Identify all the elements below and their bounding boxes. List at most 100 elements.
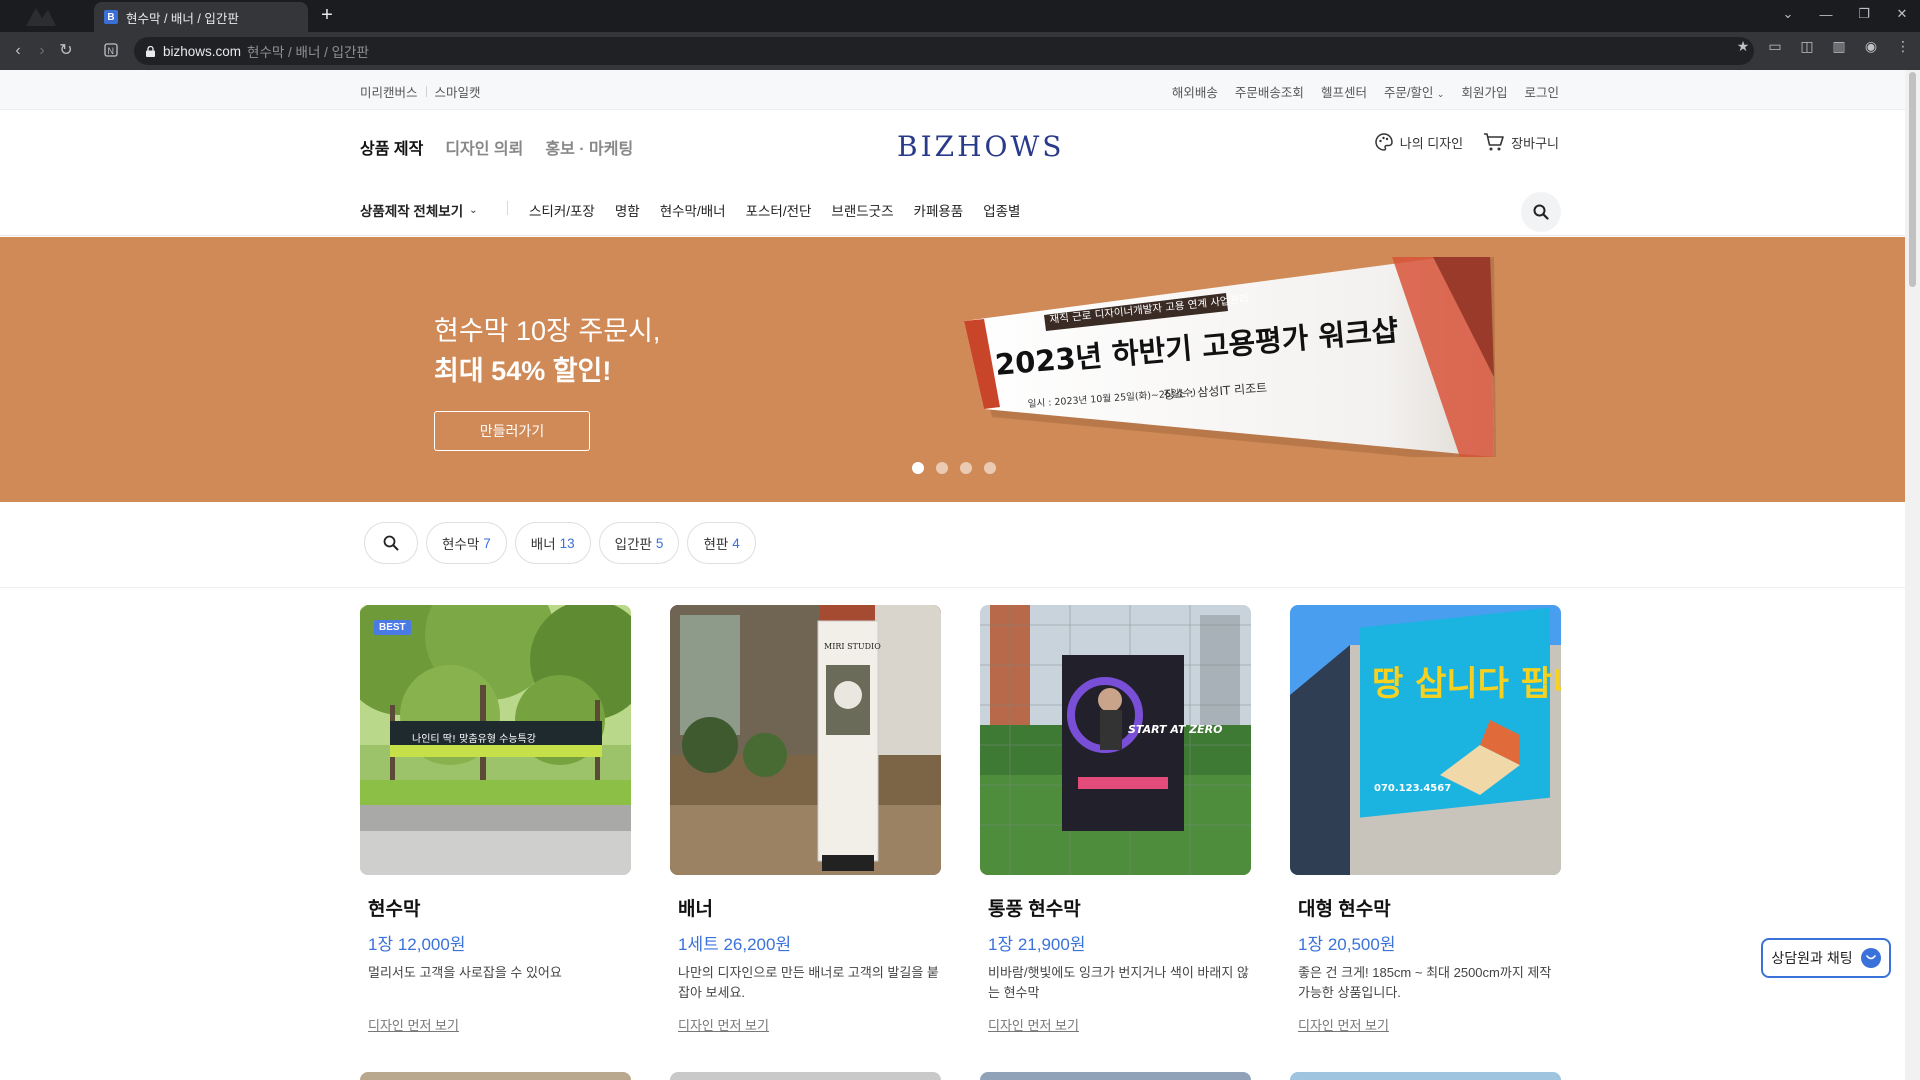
- screenshot-icon[interactable]: ◫: [1798, 38, 1816, 55]
- login-link[interactable]: 로그인: [1524, 82, 1559, 101]
- close-icon[interactable]: ✕: [1894, 6, 1910, 22]
- product-title[interactable]: 배너: [678, 894, 941, 921]
- carousel-dots: [912, 462, 996, 474]
- chip-label: 입간판: [614, 537, 652, 552]
- back-icon[interactable]: ‹: [8, 41, 28, 61]
- cart-button[interactable]: 장바구니: [1483, 132, 1559, 152]
- cast-icon[interactable]: ▭: [1766, 38, 1784, 55]
- family-sites: 미리캔버스 스마일캣: [360, 82, 481, 101]
- forward-icon[interactable]: ›: [32, 41, 52, 61]
- browser-tabbar: B 현수막 / 배너 / 입간판 + ⌄ — ❐ ✕: [0, 0, 1920, 32]
- chat-button[interactable]: 상담원과 채팅: [1761, 938, 1891, 978]
- product-card[interactable]: 땅 삽니다 팝니다 070.123.4567 대형 현수막 1장 20,500원…: [1290, 605, 1561, 1035]
- product-description: 멀리서도 고객을 사로잡을 수 있어요: [368, 965, 562, 980]
- product-thumbnail[interactable]: MIRI STUDIO: [670, 605, 941, 875]
- page: 미리캔버스 스마일캣 해외배송 주문배송조회 헬프센터 주문/할인 ⌄ 회원가입…: [0, 70, 1905, 1080]
- toolbar-icons: ★ ▭ ◫ ▥ ◉ ⋮: [1734, 38, 1912, 55]
- gnb-product-making[interactable]: 상품 제작: [360, 135, 423, 159]
- gnb-design-request[interactable]: 디자인 의뢰: [445, 135, 523, 159]
- order-discount-link[interactable]: 주문/할인 ⌄: [1384, 82, 1445, 101]
- category-banner[interactable]: 현수막/배너: [660, 200, 726, 220]
- product-description: 비바람/햇빛에도 잉크가 번지거나 색이 바래지 않는 현수막: [988, 965, 1249, 1000]
- chevron-down-icon: ⌄: [469, 204, 478, 216]
- tab-search-icon[interactable]: ⌄: [1780, 6, 1796, 22]
- product-thumbnail[interactable]: START AT ZERO: [980, 605, 1251, 875]
- category-poster-flyer[interactable]: 포스터/전단: [746, 200, 812, 220]
- category-sticker-packaging[interactable]: 스티커/포장: [529, 200, 595, 220]
- product-title[interactable]: 대형 현수막: [1298, 894, 1561, 921]
- product-thumbnail[interactable]: 나인티 딱! 맞춤유형 수능특강 BEST: [360, 605, 631, 875]
- large-banner-image: 땅 삽니다 팝니다 070.123.4567: [1290, 605, 1561, 875]
- product-title[interactable]: 현수막: [368, 894, 631, 921]
- page-scrollbar[interactable]: [1905, 70, 1920, 1080]
- family-site-smilecat[interactable]: 스마일캣: [435, 82, 481, 101]
- hero-carousel[interactable]: 현수막 10장 주문시, 최대 54% 할인! 만들러가기 재직 근로 디자이너…: [0, 237, 1905, 502]
- signup-link[interactable]: 회원가입: [1461, 82, 1507, 101]
- gnb-marketing[interactable]: 홍보 · 마케팅: [545, 135, 633, 159]
- product-title[interactable]: 통풍 현수막: [988, 894, 1251, 921]
- thumb-banner-text: MIRI STUDIO: [824, 642, 881, 651]
- product-price: 1세트 26,200원: [678, 935, 792, 954]
- design-preview-link[interactable]: 디자인 먼저 보기: [678, 1015, 769, 1034]
- thumb-banner-text: START AT ZERO: [1128, 723, 1223, 736]
- search-icon: [383, 535, 399, 551]
- new-tab-button[interactable]: +: [316, 5, 338, 27]
- carousel-dot-4[interactable]: [984, 462, 996, 474]
- overseas-shipping-link[interactable]: 해외배송: [1172, 82, 1218, 101]
- reload-icon[interactable]: ↻: [56, 41, 76, 61]
- product-thumbnail-partial[interactable]: [980, 1072, 1251, 1080]
- product-thumbnail-partial[interactable]: [670, 1072, 941, 1080]
- category-business-card[interactable]: 명함: [615, 200, 640, 220]
- design-preview-link[interactable]: 디자인 먼저 보기: [368, 1015, 459, 1034]
- filter-chip-standing-sign[interactable]: 입간판 5: [598, 522, 680, 564]
- order-discount-label: 주문/할인: [1383, 86, 1434, 100]
- search-button[interactable]: [1521, 192, 1561, 232]
- chat-bubble-icon: [1860, 948, 1881, 968]
- hero-line-1: 현수막 10장 주문시,: [434, 316, 661, 346]
- address-bar[interactable]: bizhows.com 현수막 / 배너 / 입간판: [134, 37, 1754, 65]
- my-design-button[interactable]: 나의 디자인: [1374, 132, 1463, 152]
- scrollbar-thumb[interactable]: [1909, 72, 1916, 287]
- family-site-miricanvas[interactable]: 미리캔버스: [360, 82, 418, 101]
- product-grid-row-2: [360, 1072, 1561, 1080]
- flower-shop-banner-image: MIRI STUDIO: [670, 605, 941, 875]
- filter-chip-banner[interactable]: 배너 13: [514, 522, 591, 564]
- design-preview-link[interactable]: 디자인 먼저 보기: [988, 1015, 1079, 1034]
- category-brand-goods[interactable]: 브랜드굿즈: [831, 200, 893, 220]
- filter-chip-hyunsumak[interactable]: 현수막 7: [426, 522, 507, 564]
- url-path: 현수막 / 배너 / 입간판: [247, 45, 369, 60]
- product-card[interactable]: MIRI STUDIO 배너 1세트 26,200원 나만의 디자인으로 만든 …: [670, 605, 941, 1035]
- utility-bar: 미리캔버스 스마일캣 해외배송 주문배송조회 헬프센터 주문/할인 ⌄ 회원가입…: [0, 70, 1905, 110]
- extension-n-icon[interactable]: N: [104, 43, 118, 57]
- category-cafe-supplies[interactable]: 카페용품: [914, 200, 964, 220]
- sidepanel-icon[interactable]: ▥: [1830, 38, 1848, 55]
- chip-label: 배너: [530, 537, 556, 552]
- category-by-industry[interactable]: 업종별: [983, 200, 1020, 220]
- product-thumbnail-partial[interactable]: [360, 1072, 631, 1080]
- filter-search-button[interactable]: [364, 522, 418, 564]
- product-thumbnail[interactable]: 땅 삽니다 팝니다 070.123.4567: [1290, 605, 1561, 875]
- product-card[interactable]: 나인티 딱! 맞춤유형 수능특강 BEST 현수막 1장 12,000원 멀리서…: [360, 605, 631, 1035]
- carousel-dot-3[interactable]: [960, 462, 972, 474]
- all-categories-dropdown[interactable]: 상품제작 전체보기 ⌄: [360, 200, 478, 220]
- browser-tab-active[interactable]: B 현수막 / 배너 / 입간판: [94, 2, 308, 32]
- hero-make-button[interactable]: 만들러가기: [434, 411, 590, 451]
- chip-count: 13: [559, 535, 575, 551]
- palette-icon: [1375, 133, 1393, 151]
- carousel-dot-1[interactable]: [912, 462, 924, 474]
- carousel-dot-2[interactable]: [936, 462, 948, 474]
- design-preview-link[interactable]: 디자인 먼저 보기: [1298, 1015, 1389, 1034]
- product-card[interactable]: START AT ZERO 통풍 현수막 1장 21,900원 비바람/햇빛에도…: [980, 605, 1251, 1035]
- bookmark-star-icon[interactable]: ★: [1734, 38, 1752, 55]
- order-tracking-link[interactable]: 주문배송조회: [1235, 82, 1304, 101]
- restore-icon[interactable]: ❐: [1856, 6, 1872, 22]
- profile-icon[interactable]: ◉: [1862, 38, 1880, 55]
- product-thumbnail-partial[interactable]: [1290, 1072, 1561, 1080]
- minimize-icon[interactable]: —: [1818, 7, 1834, 22]
- filter-chip-signboard[interactable]: 현판 4: [687, 522, 756, 564]
- menu-kebab-icon[interactable]: ⋮: [1894, 38, 1912, 55]
- hero-copy: 현수막 10장 주문시, 최대 54% 할인!: [434, 311, 660, 391]
- bizhows-logo[interactable]: BIZHOWS: [897, 130, 1064, 163]
- chip-count: 5: [655, 535, 664, 551]
- help-center-link[interactable]: 헬프센터: [1321, 82, 1367, 101]
